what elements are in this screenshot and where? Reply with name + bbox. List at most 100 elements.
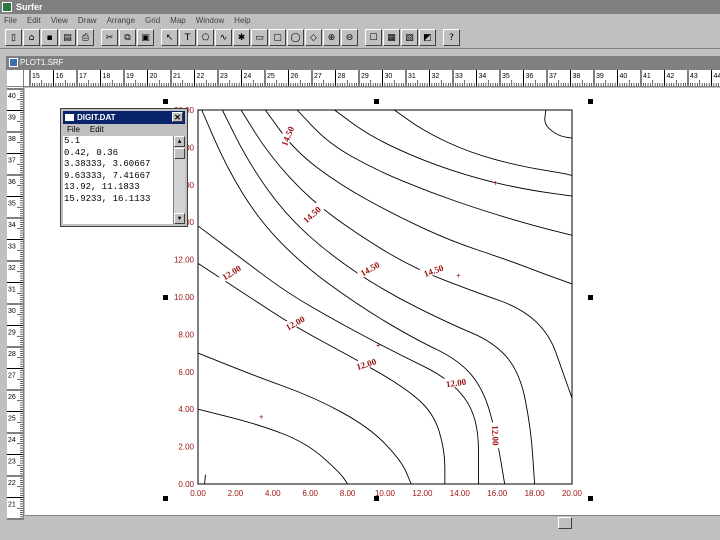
digit-window-titlebar: DIGIT.DAT ✕ <box>63 111 185 124</box>
ruler-label: 31 <box>8 287 16 294</box>
ruler-label: 35 <box>502 73 510 80</box>
document-icon[interactable] <box>9 58 18 67</box>
document-title: PLOT1.SRF <box>20 58 64 67</box>
selection-handle <box>588 295 593 300</box>
ruler-label: 26 <box>8 394 16 401</box>
ruler-label: 22 <box>197 73 205 80</box>
ruler-label: 32 <box>8 265 16 272</box>
menu-file[interactable]: File <box>4 16 17 25</box>
status-strip <box>0 529 720 540</box>
digitize-icon[interactable]: ☐ <box>365 29 382 46</box>
horizontal-scrollbar[interactable] <box>25 515 720 529</box>
polygon-icon[interactable]: ⬠ <box>197 29 214 46</box>
y-tick-label: 4.00 <box>178 405 194 414</box>
app-titlebar: Surfer <box>0 0 720 14</box>
ruler-label: 34 <box>479 73 487 80</box>
y-tick-label: 2.00 <box>178 443 194 452</box>
selection-handle <box>588 99 593 104</box>
menu-draw[interactable]: Draw <box>78 16 97 25</box>
contour-line <box>334 109 573 197</box>
surface-icon[interactable]: ◩ <box>419 29 436 46</box>
app-title: Surfer <box>16 2 43 12</box>
digitized-point-marker: + <box>493 179 498 188</box>
zoom-out-icon[interactable]: ⊖ <box>341 29 358 46</box>
close-icon[interactable]: ✕ <box>172 112 183 122</box>
reshape-icon[interactable]: ◇ <box>305 29 322 46</box>
ruler-label: 39 <box>596 73 604 80</box>
ruler-label: 40 <box>620 73 628 80</box>
ruler-label: 21 <box>173 73 181 80</box>
menu-window[interactable]: Window <box>196 16 224 25</box>
menu-edit[interactable]: Edit <box>27 16 41 25</box>
menu-grid[interactable]: Grid <box>145 16 160 25</box>
symbol-icon[interactable]: ✱ <box>233 29 250 46</box>
ruler-label: 22 <box>8 480 16 487</box>
cut-icon[interactable]: ✂ <box>101 29 118 46</box>
new-icon[interactable]: ▯ <box>5 29 22 46</box>
ruler-label: 33 <box>8 244 16 251</box>
rounded-rectangle-icon[interactable]: ▢ <box>269 29 286 46</box>
menu-help[interactable]: Help <box>234 16 250 25</box>
ruler-label: 36 <box>526 73 534 80</box>
ruler-label: 29 <box>8 330 16 337</box>
polyline-icon[interactable]: ∿ <box>215 29 232 46</box>
ruler-label: 27 <box>314 73 322 80</box>
contour-line <box>394 109 573 176</box>
selection-handle <box>588 496 593 501</box>
notepad-icon <box>65 114 74 121</box>
horizontal-scroll-thumb[interactable] <box>558 517 572 529</box>
rectangle-icon[interactable]: ▭ <box>251 29 268 46</box>
ruler-label: 30 <box>385 73 393 80</box>
text-icon[interactable]: T <box>179 29 196 46</box>
ruler-label: 26 <box>291 73 299 80</box>
contour-label: 14.50 <box>279 124 296 147</box>
x-tick-label: 18.00 <box>525 489 546 498</box>
digit-menu-edit[interactable]: Edit <box>90 124 104 136</box>
ruler-label: 32 <box>432 73 440 80</box>
select-icon[interactable]: ↖ <box>161 29 178 46</box>
ruler-label: 33 <box>455 73 463 80</box>
contour-map-icon[interactable]: ▦ <box>383 29 400 46</box>
horizontal-ruler: 15 16 17 18 19 20 21 22 23 24 25 26 27 28 29 30 31 32 33 34… <box>24 70 720 87</box>
contour-line <box>221 109 536 485</box>
ruler-label: 28 <box>8 351 16 358</box>
open-icon[interactable]: ⌂ <box>23 29 40 46</box>
map-frame <box>197 109 573 485</box>
surfer-app-icon[interactable] <box>2 2 12 12</box>
ruler-label: 24 <box>244 73 252 80</box>
scroll-down-icon[interactable]: ▼ <box>174 213 185 224</box>
scroll-thumb[interactable] <box>174 148 185 159</box>
menu-arrange[interactable]: Arrange <box>107 16 135 25</box>
ruler-label: 41 <box>643 73 651 80</box>
print-preview-icon[interactable]: ⎙ <box>77 29 94 46</box>
contour-line <box>296 109 573 236</box>
digit-vertical-scrollbar[interactable]: ▲ ▼ <box>173 136 185 224</box>
digit-menu-file[interactable]: File <box>67 124 80 136</box>
copy-icon[interactable]: ⧉ <box>119 29 136 46</box>
x-tick-label: 16.00 <box>487 489 508 498</box>
save-icon[interactable]: ▪ <box>41 29 58 46</box>
digit-line: 3.38333, 3.60667 <box>64 159 151 169</box>
contour-label: 12.00 <box>490 425 501 446</box>
ruler-label: 37 <box>8 158 16 165</box>
digit-dat-window[interactable]: DIGIT.DAT ✕ File Edit 5.1 0.42, 0.36 3.3… <box>60 108 188 227</box>
ruler-label: 38 <box>8 136 16 143</box>
y-tick-label: 0.00 <box>178 480 194 489</box>
digit-text-area[interactable]: 5.1 0.42, 0.36 3.38333, 3.60667 9.63333,… <box>63 136 185 224</box>
zoom-in-icon[interactable]: ⊕ <box>323 29 340 46</box>
ruler-label: 40 <box>8 93 16 100</box>
contour-line <box>264 109 573 285</box>
menu-map[interactable]: Map <box>170 16 186 25</box>
ruler-label: 38 <box>573 73 581 80</box>
paste-icon[interactable]: ▣ <box>137 29 154 46</box>
print-icon[interactable]: ▤ <box>59 29 76 46</box>
x-tick-label: 0.00 <box>190 489 206 498</box>
ruler-label: 18 <box>103 73 111 80</box>
scroll-up-icon[interactable]: ▲ <box>174 136 185 147</box>
help-icon[interactable]: ? <box>443 29 460 46</box>
menu-view[interactable]: View <box>51 16 68 25</box>
ellipse-icon[interactable]: ◯ <box>287 29 304 46</box>
post-map-icon[interactable]: ▧ <box>401 29 418 46</box>
digit-line: 0.42, 0.36 <box>64 147 119 158</box>
digit-window-title: DIGIT.DAT <box>77 113 116 122</box>
